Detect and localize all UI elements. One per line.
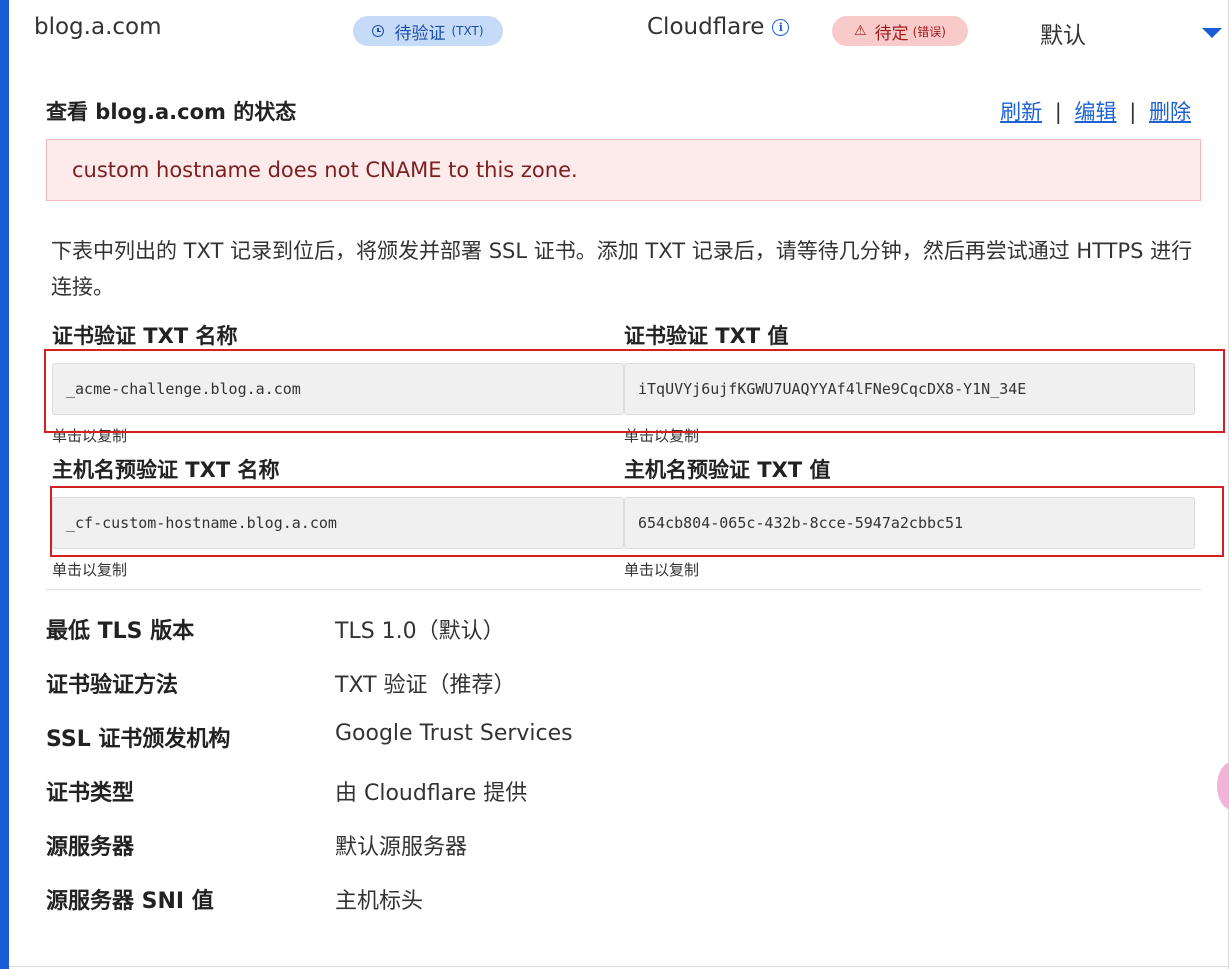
cert-txt-value-label: 证书验证 TXT 值 — [624, 324, 789, 348]
description-text: 下表中列出的 TXT 记录到位后，将颁发并部署 SSL 证书。添加 TXT 记录… — [51, 239, 1193, 299]
host-txt-value-field[interactable]: 654cb804-065c-432b-8cce-5947a2cbbc51 — [624, 497, 1195, 549]
pending-status-sub: (错误) — [912, 24, 946, 39]
prop-ca-key: SSL 证书颁发机构 — [46, 727, 231, 752]
cert-txt-value-field[interactable]: iTqUVYj6ujfKGWU7UAQYYAf4lFNe9CqcDX8-Y1N_… — [624, 363, 1195, 415]
clock-icon — [372, 25, 385, 37]
certificate-provider: Cloudflare i — [647, 14, 790, 40]
host-txt-name-label: 主机名预验证 TXT 名称 — [52, 458, 280, 482]
error-alert: custom hostname does not CNAME to this z… — [46, 139, 1201, 201]
status-actions: 刷新 | 编辑 | 删除 — [1000, 96, 1191, 126]
chevron-down-icon[interactable] — [1202, 28, 1222, 38]
prop-ca-value: Google Trust Services — [335, 721, 573, 746]
prop-validation-method-value: TXT 验证（推荐） — [335, 673, 516, 698]
prop-validation-method-key: 证书验证方法 — [46, 673, 179, 698]
prop-min-tls-value: TLS 1.0（默认） — [335, 619, 505, 644]
prop-cert-type-value: 由 Cloudflare 提供 — [335, 781, 528, 806]
pending-status-label: 待定 — [874, 23, 909, 44]
prop-sni-key: 源服务器 SNI 值 — [46, 889, 214, 914]
provider-name: Cloudflare — [647, 14, 765, 40]
status-title: 查看 blog.a.com 的状态 — [46, 100, 297, 124]
pending-status-badge: ⚠ 待定 (错误) — [832, 16, 968, 46]
edit-link[interactable]: 编辑 — [1075, 100, 1117, 124]
prop-origin-value: 默认源服务器 — [335, 835, 468, 860]
action-separator: | — [1129, 100, 1137, 124]
verify-status-badge: 待验证 (TXT) — [353, 16, 503, 46]
delete-link[interactable]: 删除 — [1149, 100, 1191, 124]
cert-txt-name-label: 证书验证 TXT 名称 — [52, 324, 238, 348]
cert-txt-name-field[interactable]: _acme-challenge.blog.a.com — [52, 363, 624, 415]
prop-sni-value: 主机标头 — [335, 889, 424, 914]
info-icon[interactable]: i — [772, 18, 790, 36]
host-txt-name-field[interactable]: _cf-custom-hostname.blog.a.com — [52, 497, 624, 549]
action-separator: | — [1054, 100, 1062, 124]
default-label: 默认 — [1040, 23, 1086, 49]
refresh-link[interactable]: 刷新 — [1000, 100, 1042, 124]
copy-hint: 单击以复制 — [624, 427, 700, 445]
prop-cert-type-key: 证书类型 — [46, 781, 135, 806]
copy-hint: 单击以复制 — [52, 427, 128, 445]
card-bottom-border — [9, 966, 1228, 967]
prop-min-tls-key: 最低 TLS 版本 — [46, 619, 195, 644]
copy-hint: 单击以复制 — [624, 561, 700, 579]
copy-hint: 单击以复制 — [52, 561, 128, 579]
hostname-card: blog.a.com 待验证 (TXT) Cloudflare i ⚠ 待定 (… — [0, 0, 1229, 969]
host-txt-value-label: 主机名预验证 TXT 值 — [624, 458, 831, 482]
verify-status-label: 待验证 — [394, 23, 446, 44]
verify-status-sub: (TXT) — [451, 24, 484, 38]
prop-origin-key: 源服务器 — [46, 835, 135, 860]
section-divider — [46, 589, 1201, 590]
hostname-text: blog.a.com — [34, 14, 162, 40]
error-message: custom hostname does not CNAME to this z… — [72, 158, 578, 182]
warning-icon: ⚠ — [854, 23, 867, 39]
